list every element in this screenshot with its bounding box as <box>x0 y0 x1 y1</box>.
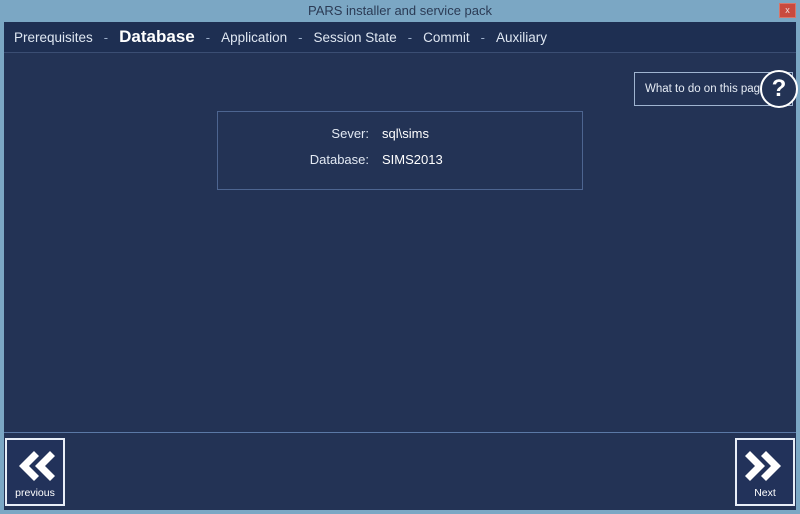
step-navigation: Prerequisites - Database - Application -… <box>4 22 796 52</box>
database-label: Database: <box>309 152 369 167</box>
window-body: Prerequisites - Database - Application -… <box>4 22 798 510</box>
help-button[interactable]: What to do on this page ? <box>634 70 798 108</box>
close-button[interactable]: x <box>779 3 796 18</box>
double-chevron-left-icon <box>7 446 63 486</box>
database-info-rows: Sever: sql\sims Database: SIMS2013 <box>218 126 584 178</box>
nav-separator: - <box>407 29 413 45</box>
nav-separator: - <box>298 29 303 45</box>
window-title: PARS installer and service pack <box>307 3 492 18</box>
nav-item-commit[interactable]: Commit <box>421 30 472 45</box>
nav-item-prerequisites[interactable]: Prerequisites <box>12 30 95 45</box>
database-info-panel: Sever: sql\sims Database: SIMS2013 <box>217 111 583 190</box>
footer-bar: previous Next <box>4 432 796 510</box>
close-icon: x <box>785 5 790 15</box>
nav-item-auxiliary[interactable]: Auxiliary <box>494 30 549 45</box>
previous-button[interactable]: previous <box>5 438 65 506</box>
database-value: SIMS2013 <box>382 152 443 167</box>
installer-window: PARS installer and service pack x Prereq… <box>0 0 800 514</box>
nav-separator: - <box>480 29 485 45</box>
previous-button-label: previous <box>15 487 55 499</box>
double-chevron-right-icon <box>737 446 793 486</box>
nav-separator: - <box>205 29 211 45</box>
server-label: Sever: <box>331 126 369 141</box>
next-button-label: Next <box>754 487 776 499</box>
nav-item-database[interactable]: Database <box>117 27 197 47</box>
nav-item-application[interactable]: Application <box>219 30 289 45</box>
title-bar: PARS installer and service pack x <box>0 0 800 22</box>
next-button[interactable]: Next <box>735 438 795 506</box>
help-button-label: What to do on this page <box>645 83 767 95</box>
nav-item-session-state[interactable]: Session State <box>311 30 398 45</box>
info-row-database: Database: SIMS2013 <box>218 152 584 178</box>
question-mark-icon: ? <box>760 70 798 108</box>
info-row-server: Sever: sql\sims <box>218 126 584 152</box>
server-value: sql\sims <box>382 126 429 141</box>
nav-separator: - <box>103 29 109 45</box>
content-area: What to do on this page ? Sever: sql\sim… <box>4 53 798 432</box>
